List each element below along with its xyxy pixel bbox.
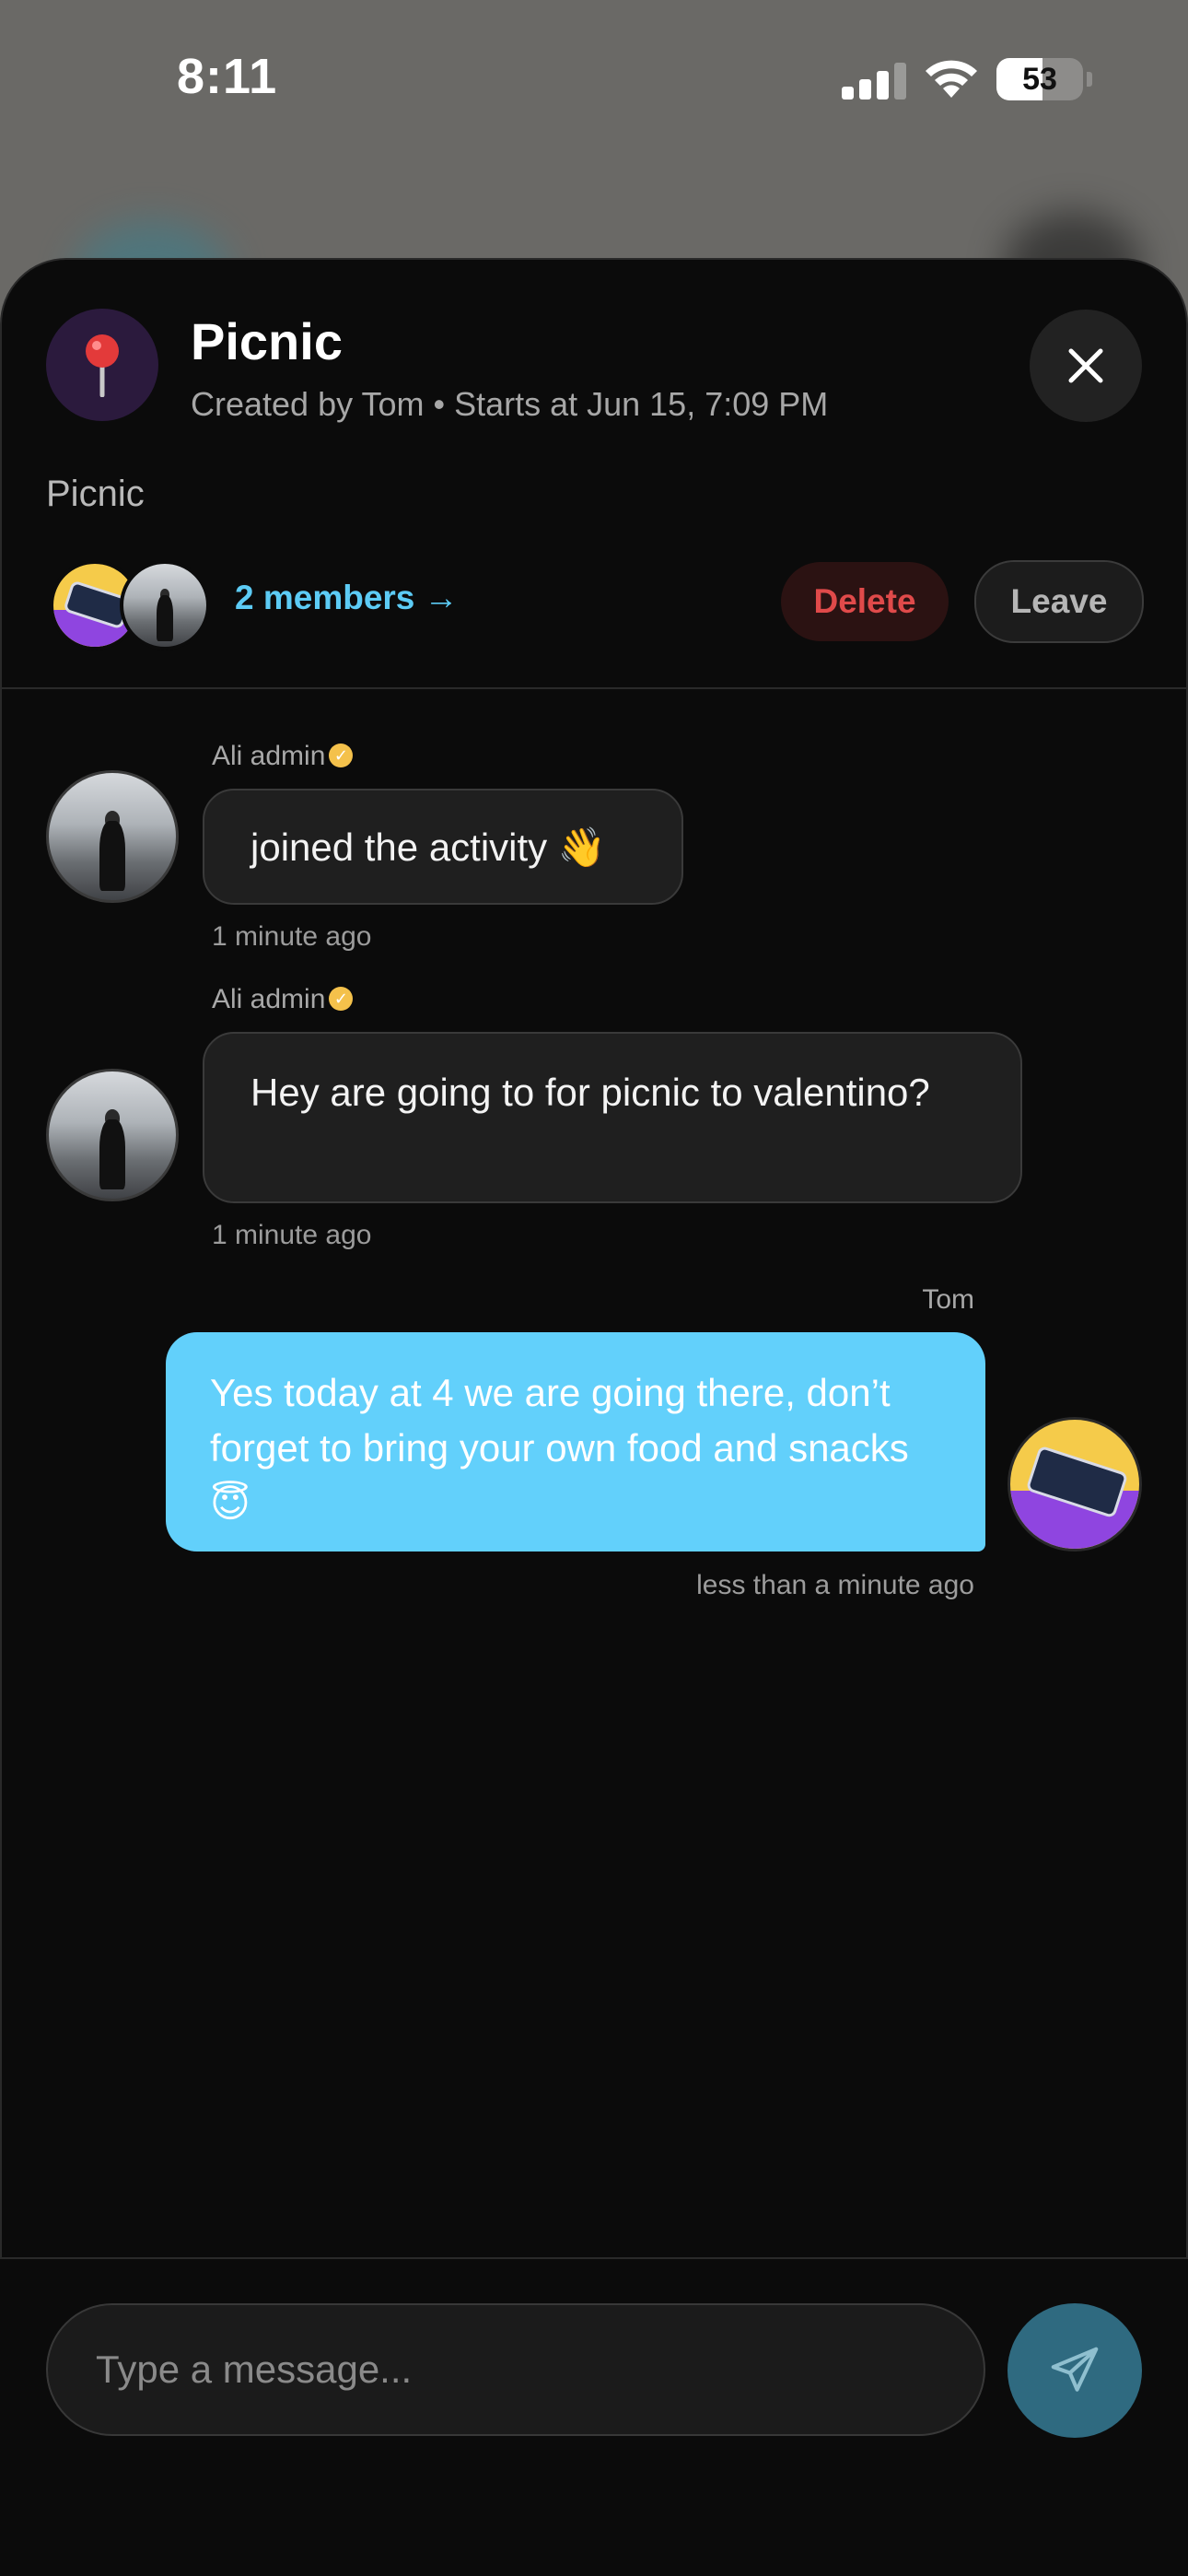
message-text: joined the activity 👋 [250,825,607,869]
close-icon [1068,348,1103,383]
event-description: Picnic [46,474,145,514]
battery-icon: 53 [996,58,1083,100]
message-sender: Ali admin ✓ [212,741,354,772]
member-avatar[interactable] [120,560,210,650]
own-avatar[interactable] [1007,1417,1142,1551]
status-time: 8:11 [177,49,278,104]
message-timestamp: less than a minute ago [696,1570,974,1600]
verified-badge-icon: ✓ [329,987,354,1011]
header-divider [2,687,1186,689]
sender-avatar[interactable] [46,770,179,903]
message-text: Hey are going to for picnic to valentino… [250,1071,930,1114]
pin-icon [86,334,119,397]
event-icon [46,309,158,421]
send-icon [1051,2347,1099,2392]
message-sender: Ali admin ✓ [212,984,354,1015]
battery-percent: 53 [1022,62,1057,97]
event-subtitle: Created by Tom • Starts at Jun 15, 7:09 … [191,385,829,423]
members-link[interactable]: 2 members → [235,579,459,617]
message-bubble[interactable]: Hey are going to for picnic to valentino… [203,1032,1022,1203]
cellular-signal-icon [842,63,906,100]
delete-button[interactable]: Delete [781,562,949,641]
battery-tip [1087,72,1092,87]
leave-button[interactable]: Leave [974,560,1144,643]
message-text: Yes today at 4 we are going there, don’t… [210,1371,909,1525]
send-button[interactable] [1007,2303,1142,2438]
wifi-icon [926,60,977,98]
message-input[interactable] [46,2303,985,2436]
sender-avatar[interactable] [46,1069,179,1201]
verified-badge-icon: ✓ [329,744,354,767]
message-timestamp: 1 minute ago [212,1220,372,1250]
close-button[interactable] [1030,310,1142,422]
message-timestamp: 1 minute ago [212,921,372,952]
event-title: Picnic [191,312,343,370]
message-sender: Tom [922,1284,974,1315]
message-bubble[interactable]: joined the activity 👋 [203,789,683,905]
sender-name: Ali admin [212,984,326,1014]
status-bar: 8:11 53 [0,0,1188,157]
message-bubble[interactable]: Yes today at 4 we are going there, don’t… [166,1332,985,1551]
sender-name: Ali admin [212,741,326,771]
